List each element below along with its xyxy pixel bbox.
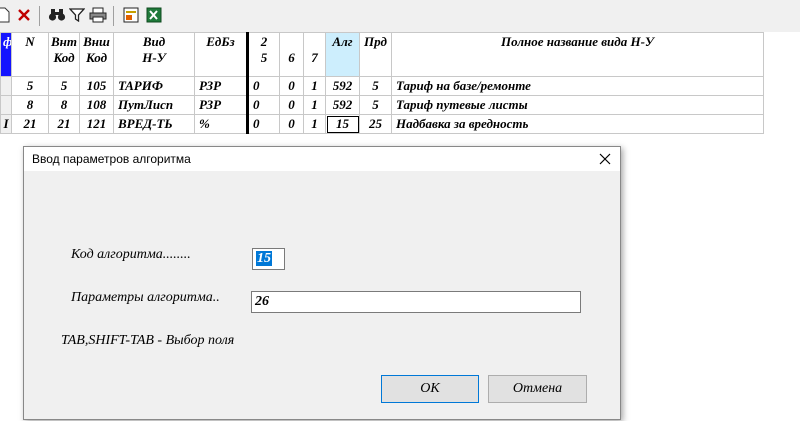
header-vid-line2: Н-У [142,50,166,65]
cell-c6[interactable]: 0 [279,95,304,115]
cell-vid[interactable]: ВРЕД-ТЬ [113,114,195,134]
algorithm-params-dialog: Ввод параметров алгоритма Код алгоритма.… [23,146,621,420]
first-column-header: ф [0,32,12,77]
header-c6-label: 6 [288,50,295,65]
algorithm-code-label: Код алгоритма........ [71,247,191,262]
toolbar-separator [39,6,40,26]
cell-c6[interactable]: 0 [279,114,304,134]
algorithm-params-value: 26 [255,294,269,309]
header-c2-line2: 5 [260,50,268,65]
cell-full-name[interactable]: Тариф путевые листы [391,95,764,115]
cell-prd[interactable]: 5 [359,95,392,115]
table-row[interactable]: 5 5 105 ТАРИФ РЗР 0 0 1 592 5 Тариф на б… [0,76,764,96]
header-vnt-kod[interactable]: Внт Код [48,32,80,77]
header-alg[interactable]: Алг [325,32,360,77]
header-full-name[interactable]: Полное название вида Н-У [391,32,764,77]
cell-c6[interactable]: 0 [279,76,304,96]
excel-export-icon[interactable] [145,6,163,24]
cell-prd[interactable]: 5 [359,76,392,96]
cell-prd[interactable]: 25 [359,114,392,134]
cell-edbz[interactable]: РЗР [194,76,248,96]
cell-c2[interactable]: 0 [246,114,280,134]
settings-document-icon[interactable] [122,6,140,24]
header-n[interactable]: N [11,32,49,77]
cell-vnt[interactable]: 21 [48,114,80,134]
header-prd-label: Прд [364,34,387,49]
row-selector[interactable] [0,76,12,96]
close-button[interactable] [594,149,616,169]
algorithm-code-input[interactable]: 15 [252,248,285,270]
algorithm-code-value: 15 [256,251,272,266]
cancel-button[interactable]: Отмена [488,375,587,403]
cell-full-name[interactable]: Надбавка за вредность [391,114,764,134]
data-grid: ф N Внт Код Внш Код Вид Н-У ЕдБз 25 6 7 Алг… [0,32,764,134]
delete-icon[interactable] [15,6,33,24]
cell-n[interactable]: 8 [11,95,49,115]
row-selector[interactable]: I [0,114,12,134]
table-row[interactable]: 8 8 108 ПутЛисп РЗР 0 0 1 592 5 Тариф пу… [0,95,764,115]
algorithm-params-label: Параметры алгоритма.. [71,290,220,305]
grid-header-row: ф N Внт Код Внш Код Вид Н-У ЕдБз 25 6 7 Алг… [0,32,764,77]
cell-c7[interactable]: 1 [303,76,326,96]
header-n-label: N [25,34,35,49]
header-col-6[interactable]: 6 [279,32,304,77]
binoculars-icon[interactable] [48,6,66,24]
cell-n[interactable]: 5 [11,76,49,96]
row-selector[interactable] [0,95,12,115]
header-prd[interactable]: Прд [359,32,392,77]
close-icon [599,153,611,165]
dialog-titlebar[interactable]: Ввод параметров алгоритма [24,147,620,171]
cell-alg[interactable]: 592 [325,76,360,96]
header-col-7[interactable]: 7 [303,32,326,77]
cell-c2[interactable]: 0 [246,76,280,96]
header-vnt-line1: Внт [51,34,77,49]
header-c2-line1: 2 [260,34,268,49]
cell-vid[interactable]: ПутЛисп [113,95,195,115]
header-name-label: Полное название вида Н-У [501,34,654,49]
dialog-title: Ввод параметров алгоритма [32,152,191,166]
header-col-2-5[interactable]: 25 [246,32,280,77]
header-c7-label: 7 [311,50,318,65]
header-vid-line1: Вид [142,34,166,49]
cell-edbz[interactable]: % [194,114,248,134]
header-vnsh-kod[interactable]: Внш Код [79,32,114,77]
header-alg-label: Алг [332,34,353,49]
table-row[interactable]: I 21 21 121 ВРЕД-ТЬ % 0 0 1 15 25 Надбав… [0,114,764,134]
cell-vnsh[interactable]: 121 [79,114,114,134]
toolbar [0,0,800,32]
cell-vnsh[interactable]: 108 [79,95,114,115]
cell-c7[interactable]: 1 [303,114,326,134]
cell-vnt[interactable]: 8 [48,95,80,115]
toolbar-separator [113,6,114,26]
filter-icon[interactable] [68,6,86,24]
cell-full-name[interactable]: Тариф на базе/ремонте [391,76,764,96]
cell-vid[interactable]: ТАРИФ [113,76,195,96]
new-document-icon[interactable] [0,6,12,24]
print-icon[interactable] [89,6,107,24]
header-edbz-label: ЕдБз [206,34,235,49]
algorithm-params-input[interactable]: 26 [251,291,581,313]
cell-vnsh[interactable]: 105 [79,76,114,96]
header-vnsh-line2: Код [85,50,108,65]
cell-c7[interactable]: 1 [303,95,326,115]
keyboard-hint: TAB,SHIFT-TAB - Выбор поля [61,333,235,348]
ok-button[interactable]: OK [381,375,479,403]
cell-n[interactable]: 21 [11,114,49,134]
cell-alg-active[interactable]: 15 [325,114,360,134]
header-vid-nu[interactable]: Вид Н-У [113,32,195,77]
cell-alg[interactable]: 592 [325,95,360,115]
cell-vnt[interactable]: 5 [48,76,80,96]
cell-c2[interactable]: 0 [246,95,280,115]
header-edbz[interactable]: ЕдБз [194,32,248,77]
header-vnsh-line1: Внш [83,34,110,49]
header-vnt-line2: Код [53,50,75,65]
cell-edbz[interactable]: РЗР [194,95,248,115]
